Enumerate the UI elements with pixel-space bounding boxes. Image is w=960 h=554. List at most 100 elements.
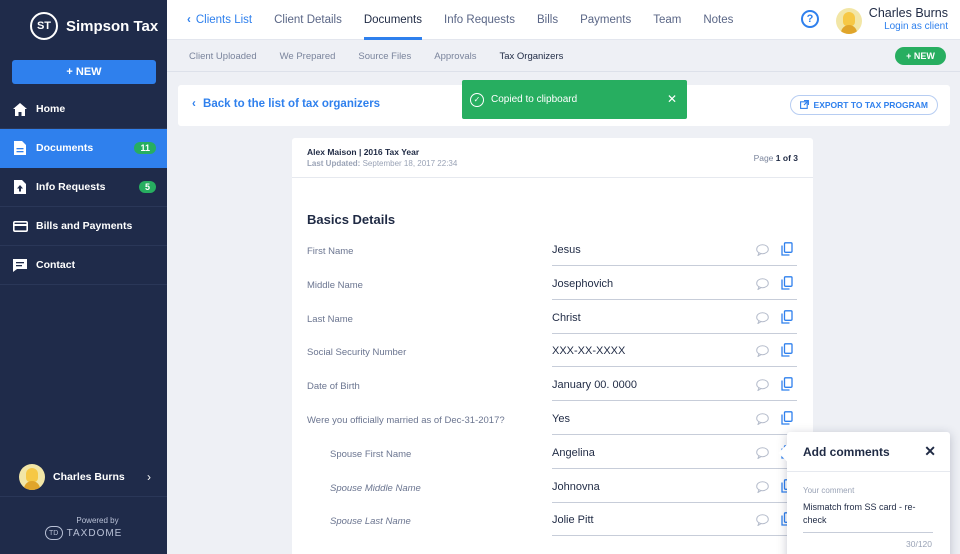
sidebar-user[interactable]: Charles Burns › [0,457,167,497]
sidebar-item-label: Info Requests [36,181,106,193]
export-to-tax-program-button[interactable]: EXPORT TO TAX PROGRAM [789,95,938,115]
last-updated-value: September 18, 2017 22:34 [362,159,458,168]
copy-icon[interactable] [781,343,793,358]
header-user[interactable]: Charles Burns Login as client [869,6,948,32]
field-row-middle-name: Middle Name Josephovich [292,268,813,302]
comment-icon[interactable] [756,446,769,460]
organizer-header: Alex Maison | 2016 Tax Year Last Updated… [292,138,813,178]
tab-notes[interactable]: Notes [703,0,733,40]
tab-label: Clients List [195,14,253,26]
page-label: Page [753,153,774,163]
copy-icon[interactable] [781,242,793,256]
copy-icon[interactable] [781,275,793,290]
comment-panel-header: Add comments ✕ [787,432,950,472]
comment-icon[interactable] [756,277,769,291]
field-row-spouse-first-name: Spouse First Name Angelina [292,437,813,471]
comment-icon[interactable] [756,344,769,359]
back-to-organizers-link[interactable]: ‹ Back to the list of tax organizers [192,98,380,110]
subtab-tax-organizers[interactable]: Tax Organizers [499,51,563,62]
comment-input[interactable]: Mismatch from SS card - re-check [803,501,933,533]
login-as-client-link[interactable]: Login as client [869,21,948,32]
copy-icon[interactable] [781,309,793,324]
credit-card-icon [12,218,28,234]
powered-by: Powered by TD TAXDOME [0,516,167,540]
top-header: ‹ Clients List Client Details Documents … [167,0,960,40]
close-icon[interactable]: ✕ [667,92,677,106]
field-row-date-of-birth: Date of Birth January 00. 0000 [292,369,813,403]
check-circle-icon: ✓ [470,92,484,107]
page-indicator: Page 1 of 3 [754,153,798,163]
home-icon [12,101,28,117]
character-count: 30/120 [906,539,932,549]
comment-panel-title: Add comments [803,445,890,459]
new-button[interactable]: + NEW [12,60,156,84]
close-icon[interactable]: ✕ [924,443,936,460]
page-value: 1 of 3 [775,153,798,163]
count-badge: 5 [138,181,156,193]
subtab-client-uploaded[interactable]: Client Uploaded [189,51,257,62]
powered-by-label: Powered by [76,516,119,525]
new-organizer-button[interactable]: + NEW [895,47,946,65]
field-row-first-name: First Name Jesus [292,234,813,268]
last-updated: Last Updated: September 18, 2017 22:34 [307,159,457,168]
field-label: Were you officially married as of Dec-31… [307,414,505,426]
comment-icon[interactable] [756,513,769,528]
tab-bills[interactable]: Bills [537,0,558,40]
field-row-spouse-middle-name: Spouse Middle Name Johnovna [292,471,813,505]
field-label: First Name [307,246,354,257]
comment-icon[interactable] [756,243,769,257]
sidebar-item-bills-and-payments[interactable]: Bills and Payments [0,207,167,246]
brand-logo: ST [30,12,58,40]
subtab-we-prepared[interactable]: We Prepared [280,51,336,62]
sidebar-item-label: Bills and Payments [36,220,133,232]
section-title: Basics Details [307,212,396,227]
tab-payments[interactable]: Payments [580,0,631,40]
tab-documents[interactable]: Documents [363,0,423,40]
field-row-married: Were you officially married as of Dec-31… [292,403,813,437]
export-label: EXPORT TO TAX PROGRAM [813,100,928,110]
info-request-icon [12,179,28,195]
sidebar-item-documents[interactable]: Documents 11 [0,129,167,168]
field-row-last-name: Last Name Christ [292,302,813,336]
taxdome-logo: TD TAXDOME [0,526,167,540]
copied-toast: ✓ Copied to clipboard ✕ [462,80,687,119]
field-label: Last Name [307,313,353,325]
chevron-left-icon: ‹ [187,14,191,26]
last-updated-label: Last Updated: [307,159,361,168]
brand-name: Simpson Tax [66,17,159,35]
comment-icon[interactable] [756,412,769,426]
comment-icon[interactable] [756,480,769,494]
document-icon [12,140,28,156]
comment-icon[interactable] [756,311,769,325]
sidebar-item-info-requests[interactable]: Info Requests 5 [0,168,167,207]
tab-client-details[interactable]: Client Details [274,0,342,40]
field-row-spouse-last-name: Spouse Last Name Jolie Pitt [292,504,813,538]
comment-icon[interactable] [756,378,769,392]
sidebar-nav: Home Documents 11 Info Requests 5 Bills … [0,90,167,285]
brand[interactable]: ST Simpson Tax [0,0,167,52]
organizer-rows: First Name Jesus Middle Name Josephovich… [292,234,813,538]
tab-info-requests[interactable]: Info Requests [444,0,515,40]
help-icon[interactable]: ? [801,10,819,28]
comment-field-label: Your comment [803,486,855,495]
sidebar-item-contact[interactable]: Contact [0,246,167,285]
count-badge: 11 [134,142,156,154]
field-label: Social Security Number [307,347,407,359]
avatar[interactable] [836,8,862,34]
header-user-name: Charles Burns [868,6,948,20]
field-row-ssn: Social Security Number XXX-XX-XXXX [292,335,813,369]
sidebar-item-label: Documents [36,142,94,154]
sidebar-user-name: Charles Burns [53,470,125,483]
add-comments-panel: Add comments ✕ Your comment Mismatch fro… [787,432,950,554]
sidebar-item-home[interactable]: Home [0,90,167,129]
subtab-approvals[interactable]: Approvals [434,51,476,62]
copy-icon[interactable] [781,377,793,391]
subtab-source-files[interactable]: Source Files [358,51,411,62]
taxdome-logo-mark: TD [44,526,63,540]
chevron-right-icon: › [147,469,151,484]
field-label: Spouse Last Name [330,516,411,528]
tab-team[interactable]: Team [653,0,681,40]
tab-clients-list[interactable]: ‹ Clients List [187,0,252,40]
taxdome-brand: TAXDOME [66,527,123,539]
copy-icon[interactable] [781,411,793,425]
